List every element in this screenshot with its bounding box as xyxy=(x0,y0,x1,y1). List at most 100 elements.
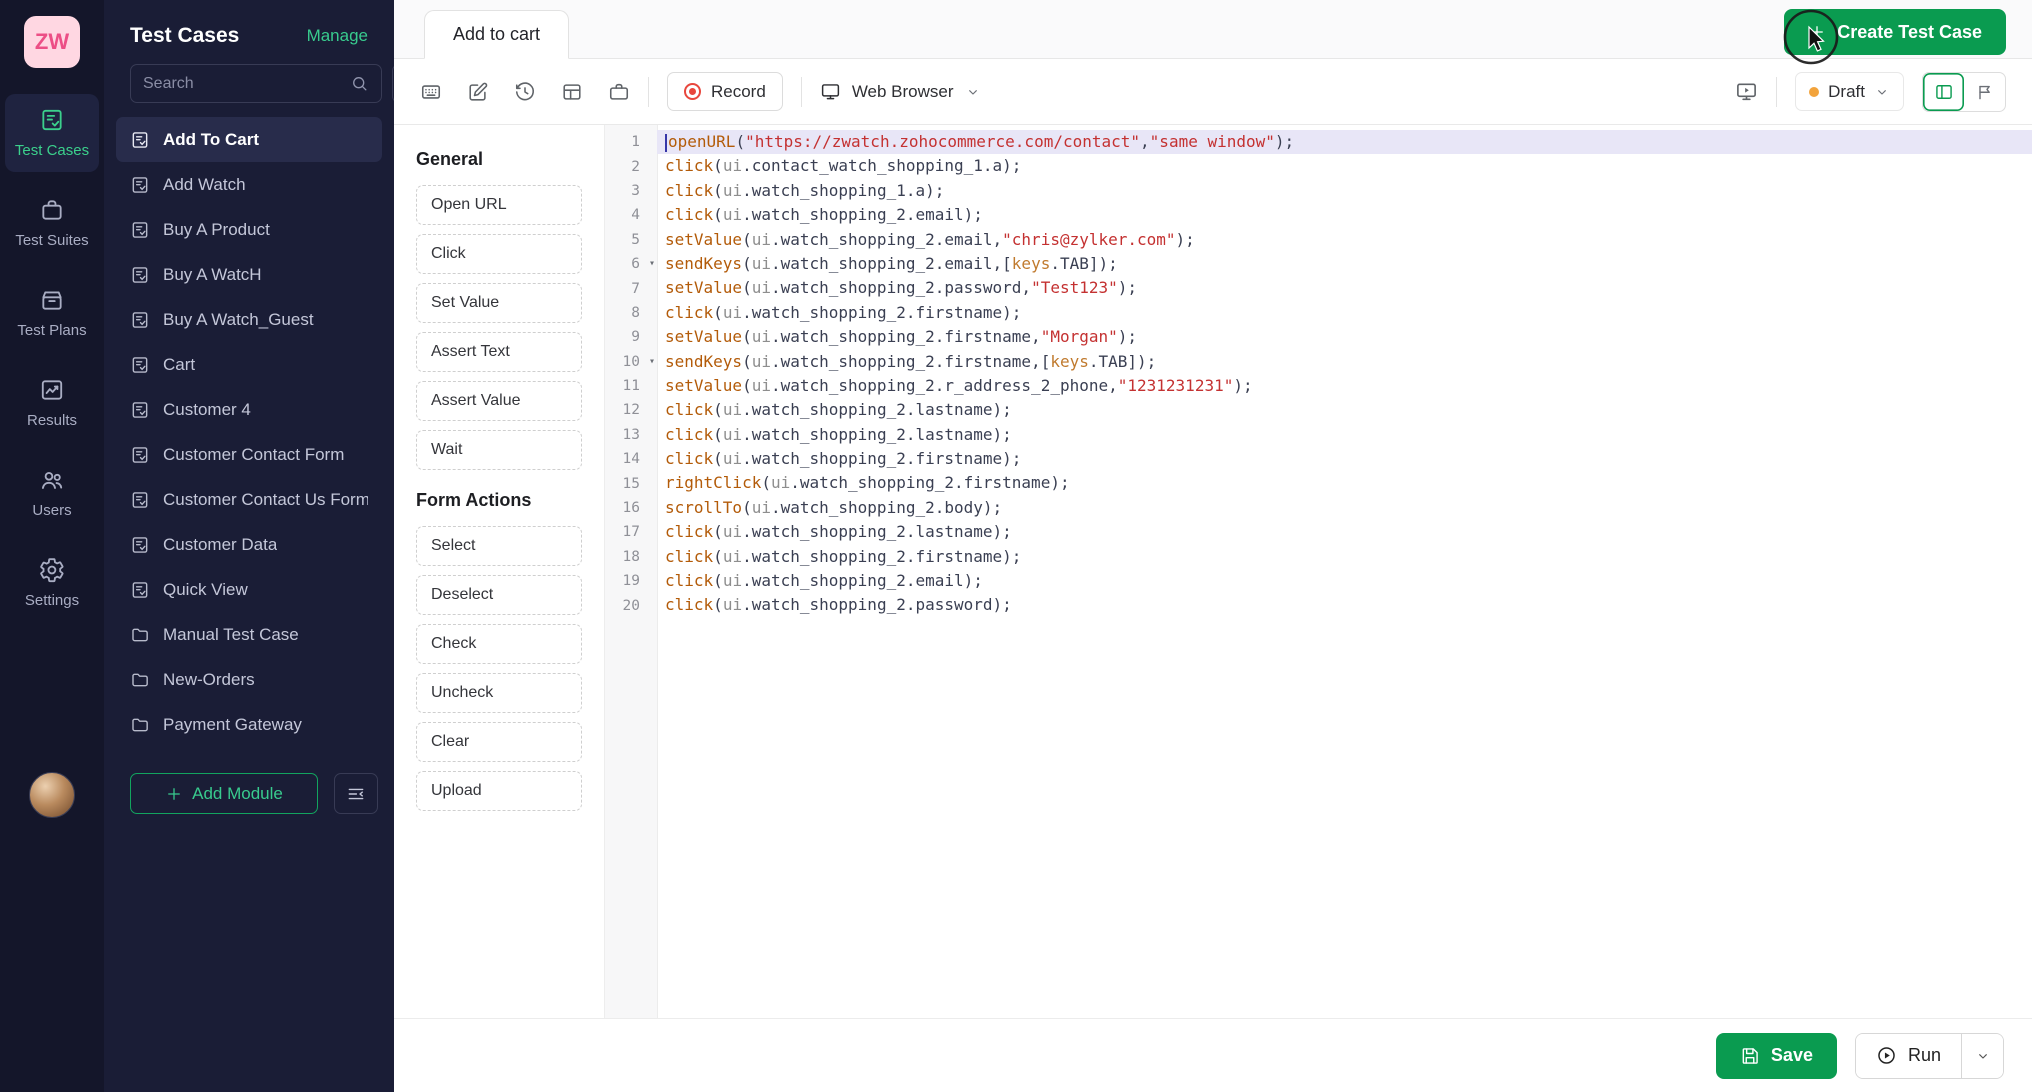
editor-tool-icons xyxy=(420,81,630,103)
rail-item-users[interactable]: Users xyxy=(5,454,99,532)
code-editor[interactable]: 1openURL("https://zwatch.zohocommerce.co… xyxy=(605,125,2032,1018)
preview-icon[interactable] xyxy=(1735,80,1758,103)
tab-add-to-cart[interactable]: Add to cart xyxy=(424,10,569,59)
code-line-16[interactable]: 16scrollTo(ui.watch_shopping_2.body); xyxy=(605,496,2032,520)
run-button[interactable]: Run xyxy=(1856,1034,1961,1078)
save-button[interactable]: Save xyxy=(1716,1033,1837,1079)
test-case-item-customer-4[interactable]: Customer 4 xyxy=(116,387,382,432)
plus-icon xyxy=(1808,23,1826,41)
action-assert-text[interactable]: Assert Text xyxy=(416,332,582,372)
record-button[interactable]: Record xyxy=(667,72,783,111)
action-open-url[interactable]: Open URL xyxy=(416,185,582,225)
fold-icon[interactable]: ▾ xyxy=(649,258,655,269)
rail-item-test-cases[interactable]: Test Cases xyxy=(5,94,99,172)
status-select[interactable]: Draft xyxy=(1795,72,1904,111)
add-module-button[interactable]: Add Module xyxy=(130,773,318,814)
code-line-12[interactable]: 12click(ui.watch_shopping_2.lastname); xyxy=(605,398,2032,422)
test-case-item-customer-contact-form[interactable]: Customer Contact Form xyxy=(116,432,382,477)
flow-view-toggle[interactable] xyxy=(1964,73,2005,111)
action-click[interactable]: Click xyxy=(416,234,582,274)
code-line-1[interactable]: 1openURL("https://zwatch.zohocommerce.co… xyxy=(605,130,2032,154)
rail-item-settings[interactable]: Settings xyxy=(5,544,99,622)
rail-item-results[interactable]: Results xyxy=(5,364,99,442)
browser-select[interactable]: Web Browser xyxy=(820,81,981,102)
grid-icon[interactable] xyxy=(561,81,583,103)
test-case-item-buy-a-watch-guest[interactable]: Buy A Watch_Guest xyxy=(116,297,382,342)
action-assert-value[interactable]: Assert Value xyxy=(416,381,582,421)
code-line-17[interactable]: 17click(ui.watch_shopping_2.lastname); xyxy=(605,520,2032,544)
code-line-8[interactable]: 8click(ui.watch_shopping_2.firstname); xyxy=(605,301,2032,325)
create-test-case-button[interactable]: Create Test Case xyxy=(1784,9,2006,55)
search-row xyxy=(104,64,394,111)
code-text: setValue(ui.watch_shopping_2.password,"T… xyxy=(657,276,2032,300)
user-avatar[interactable] xyxy=(29,772,75,818)
search-box[interactable] xyxy=(130,64,382,103)
code-line-13[interactable]: 13click(ui.watch_shopping_2.lastname); xyxy=(605,423,2032,447)
browser-label: Web Browser xyxy=(852,82,954,102)
rail-nav: Test Cases Test Suites Test Plans Results Us… xyxy=(0,94,104,622)
tab-strip: Add to cart Create Test Case xyxy=(394,0,2032,59)
manage-link[interactable]: Manage xyxy=(307,26,368,46)
code-text: openURL("https://zwatch.zohocommerce.com… xyxy=(657,130,2032,154)
code-line-2[interactable]: 2click(ui.contact_watch_shopping_1.a); xyxy=(605,154,2032,178)
test-case-label: Manual Test Case xyxy=(163,625,299,645)
code-line-18[interactable]: 18click(ui.watch_shopping_2.firstname); xyxy=(605,545,2032,569)
line-number: 15 xyxy=(605,476,657,492)
test-case-item-customer-data[interactable]: Customer Data xyxy=(116,522,382,567)
test-case-icon xyxy=(130,580,150,600)
line-number: 6▾ xyxy=(605,256,657,272)
code-text: sendKeys(ui.watch_shopping_2.firstname,[… xyxy=(657,350,2032,374)
toolbar-divider xyxy=(648,77,649,107)
action-set-value[interactable]: Set Value xyxy=(416,283,582,323)
test-case-item-add-watch[interactable]: Add Watch xyxy=(116,162,382,207)
action-uncheck[interactable]: Uncheck xyxy=(416,673,582,713)
code-line-6[interactable]: 6▾sendKeys(ui.watch_shopping_2.email,[ke… xyxy=(605,252,2032,276)
action-upload[interactable]: Upload xyxy=(416,771,582,811)
code-line-19[interactable]: 19click(ui.watch_shopping_2.email); xyxy=(605,569,2032,593)
code-line-5[interactable]: 5setValue(ui.watch_shopping_2.email,"chr… xyxy=(605,228,2032,252)
code-line-4[interactable]: 4click(ui.watch_shopping_2.email); xyxy=(605,203,2032,227)
run-options-button[interactable] xyxy=(1961,1034,2003,1078)
rail-item-test-plans[interactable]: Test Plans xyxy=(5,274,99,352)
action-wait[interactable]: Wait xyxy=(416,430,582,470)
search-input[interactable] xyxy=(143,75,350,93)
code-view-toggle[interactable] xyxy=(1923,73,1964,111)
status-dot-icon xyxy=(1809,87,1819,97)
code-line-9[interactable]: 9setValue(ui.watch_shopping_2.firstname,… xyxy=(605,325,2032,349)
test-case-item-cart[interactable]: Cart xyxy=(116,342,382,387)
action-check[interactable]: Check xyxy=(416,624,582,664)
test-case-icon xyxy=(130,535,150,555)
test-case-item-customer-contact-us-form[interactable]: Customer Contact Us Form xyxy=(116,477,382,522)
fold-icon[interactable]: ▾ xyxy=(649,356,655,367)
save-icon xyxy=(1740,1046,1760,1066)
code-line-10[interactable]: 10▾sendKeys(ui.watch_shopping_2.firstnam… xyxy=(605,350,2032,374)
test-case-item-manual-test-case[interactable]: Manual Test Case xyxy=(116,612,382,657)
test-case-item-buy-a-product[interactable]: Buy A Product xyxy=(116,207,382,252)
test-case-list: Add To CartAdd WatchBuy A ProductBuy A W… xyxy=(104,111,394,747)
line-number: 9 xyxy=(605,329,657,345)
action-deselect[interactable]: Deselect xyxy=(416,575,582,615)
code-line-7[interactable]: 7setValue(ui.watch_shopping_2.password,"… xyxy=(605,276,2032,300)
action-clear[interactable]: Clear xyxy=(416,722,582,762)
code-line-11[interactable]: 11setValue(ui.watch_shopping_2.r_address… xyxy=(605,374,2032,398)
test-cases-panel: Test Cases Manage Add To Cart Add Watch Bu… xyxy=(104,0,394,1092)
keyboard-icon[interactable] xyxy=(420,81,442,103)
action-select[interactable]: Select xyxy=(416,526,582,566)
history-icon[interactable] xyxy=(514,81,536,103)
code-line-3[interactable]: 3click(ui.watch_shopping_1.a); xyxy=(605,179,2032,203)
app-logo[interactable]: ZW xyxy=(24,16,80,68)
edit-icon[interactable] xyxy=(467,81,489,103)
rail-item-test-suites[interactable]: Test Suites xyxy=(5,184,99,262)
test-case-item-add-to-cart[interactable]: Add To Cart xyxy=(116,117,382,162)
collapse-sidebar-button[interactable] xyxy=(334,773,378,814)
code-line-20[interactable]: 20click(ui.watch_shopping_2.password); xyxy=(605,593,2032,617)
test-case-item-quick-view[interactable]: Quick View xyxy=(116,567,382,612)
test-case-item-new-orders[interactable]: New-Orders xyxy=(116,657,382,702)
code-line-14[interactable]: 14click(ui.watch_shopping_2.firstname); xyxy=(605,447,2032,471)
briefcase-icon[interactable] xyxy=(608,81,630,103)
test-case-item-buy-a-watch[interactable]: Buy A WatcH xyxy=(116,252,382,297)
test-case-label: Add Watch xyxy=(163,175,246,195)
test-case-item-payment-gateway[interactable]: Payment Gateway xyxy=(116,702,382,747)
code-line-15[interactable]: 15rightClick(ui.watch_shopping_2.firstna… xyxy=(605,471,2032,495)
panel-title: Test Cases xyxy=(130,24,239,48)
